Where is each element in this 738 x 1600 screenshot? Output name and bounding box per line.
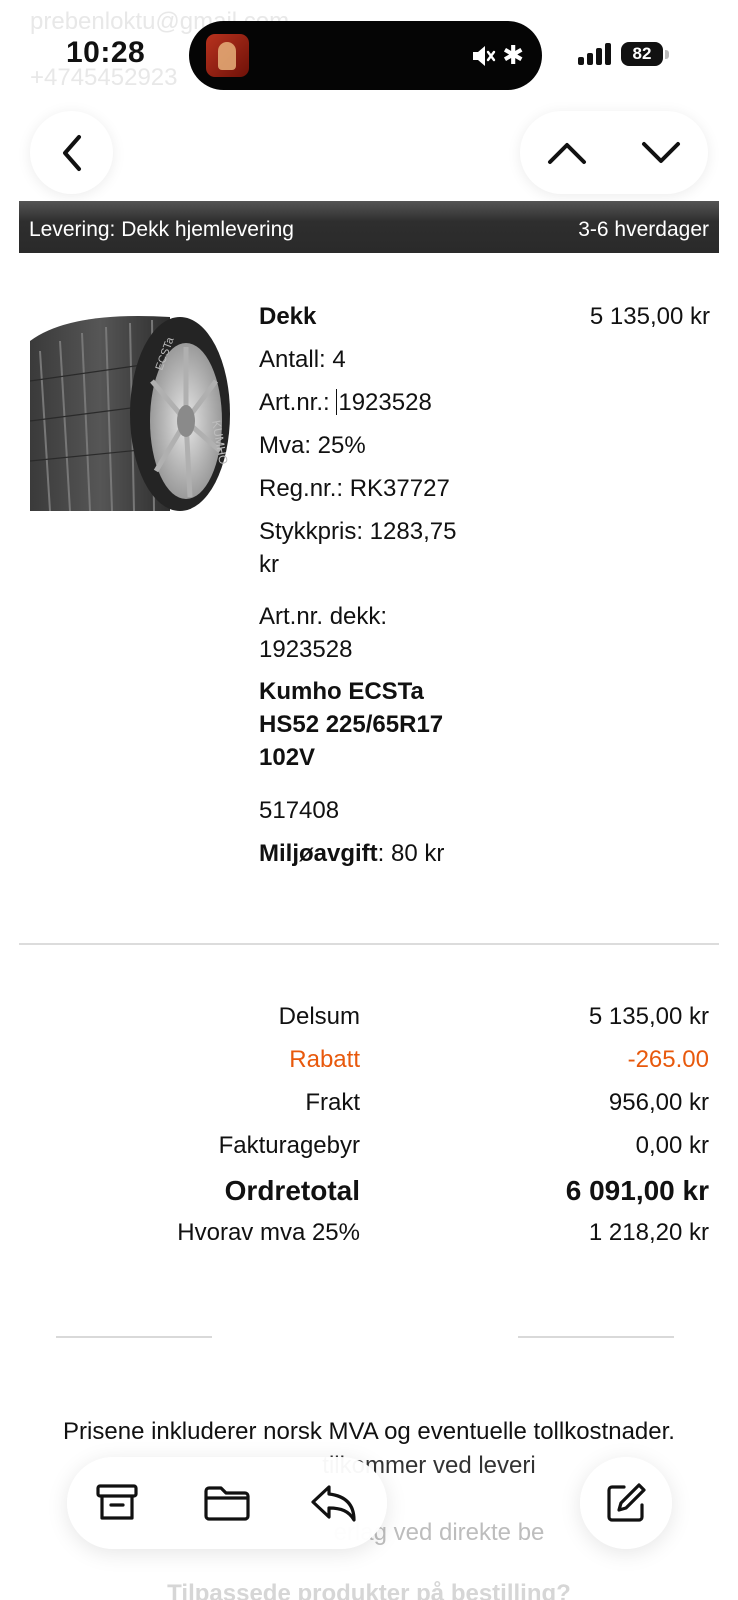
- subtotal-value: 5 135,00 kr: [588, 1003, 709, 1030]
- order-total-label: Ordretotal: [224, 1175, 360, 1206]
- vat-value: 1 218,20 kr: [588, 1219, 709, 1246]
- back-button[interactable]: [30, 111, 113, 194]
- unit-price-line-2: kr: [259, 551, 279, 578]
- battery-cap: [665, 50, 669, 59]
- compose-button[interactable]: [580, 1457, 672, 1549]
- reply-icon: [311, 1485, 356, 1522]
- product-vat: Mva: 25%: [259, 432, 366, 459]
- art-nr-value: 1923528: [338, 389, 432, 416]
- product-reg-nr: Reg.nr.: RK37727: [259, 475, 450, 502]
- product-code: 517408: [259, 797, 340, 824]
- art-nr-label: Art.nr.:: [259, 389, 337, 416]
- invoice-fee-row: Fakturagebyr 0,00 kr: [0, 1132, 738, 1172]
- model-line-1: Kumho ECSTa: [259, 678, 424, 705]
- product-details: Dekk Antall: 4 Art.nr.: 1923528 Mva: 25%…: [259, 300, 489, 880]
- invoice-fee-value: 0,00 kr: [635, 1132, 709, 1159]
- divider: [19, 943, 719, 945]
- model-line-3: 102V: [259, 744, 316, 771]
- previous-message-button[interactable]: [520, 111, 614, 194]
- product-price: 5 135,00 kr: [589, 303, 710, 330]
- invoice-fee-label: Fakturagebyr: [218, 1132, 360, 1159]
- delivery-time: 3-6 hverdager: [578, 218, 709, 241]
- now-playing-app-icon[interactable]: [206, 34, 249, 77]
- shipping-label: Frakt: [305, 1089, 360, 1116]
- tire-art-line-1: Art.nr. dekk:: [259, 603, 388, 630]
- discount-label: Rabatt: [289, 1046, 360, 1073]
- reply-button[interactable]: [293, 1457, 373, 1549]
- env-fee-value: : 80 kr: [377, 840, 445, 867]
- archive-button[interactable]: [77, 1457, 157, 1549]
- product-unit-price: Stykkpris: 1283,75 kr: [259, 515, 489, 581]
- subtotal-row: Delsum 5 135,00 kr: [0, 1003, 738, 1043]
- order-total-value: 6 091,00 kr: [565, 1175, 709, 1206]
- product-model: Kumho ECSTa HS52 225/65R17 102V: [259, 675, 489, 774]
- product-tire-art-nr: Art.nr. dekk: 1923528: [259, 600, 489, 666]
- chevron-up-icon: [548, 142, 586, 164]
- status-time: 10:28: [66, 36, 146, 69]
- delivery-bar: Levering: Dekk hjemlevering 3-6 hverdage…: [19, 201, 719, 253]
- message-toolbar: [67, 1457, 387, 1549]
- compose-icon: [607, 1483, 646, 1522]
- folder-icon: [204, 1486, 250, 1521]
- dynamic-island[interactable]: ✱: [189, 21, 542, 90]
- product-quantity: Antall: 4: [259, 346, 346, 373]
- archive-icon: [96, 1484, 138, 1520]
- unit-price-line-1: Stykkpris: 1283,75: [259, 518, 457, 545]
- mute-icon: [473, 46, 496, 66]
- vat-row: Hvorav mva 25% 1 218,20 kr: [0, 1219, 738, 1259]
- custom-products-heading: Tilpassede produkter på bestilling?: [167, 1580, 571, 1600]
- discount-value: -265.00: [627, 1046, 709, 1073]
- vat-label: Hvorav mva 25%: [177, 1219, 360, 1246]
- model-line-2: HS52 225/65R17: [259, 711, 444, 738]
- tire-art-line-2: 1923528: [259, 636, 353, 663]
- price-note: Prisene inkluderer norsk MVA og eventuel…: [63, 1418, 675, 1445]
- order-total-row: Ordretotal 6 091,00 kr: [0, 1175, 738, 1215]
- battery-icon: 82: [621, 42, 663, 66]
- chevron-left-icon: [62, 134, 81, 171]
- divider-left: [56, 1336, 212, 1338]
- discount-row: Rabatt -265.00: [0, 1046, 738, 1086]
- signal-icon: [578, 43, 612, 65]
- bluetooth-icon: ✱: [502, 40, 524, 70]
- delivery-label: Levering: Dekk hjemlevering: [29, 218, 294, 241]
- tire-image: ECSTa KUMHO: [30, 316, 230, 512]
- message-navigation: [520, 111, 708, 194]
- shipping-value: 956,00 kr: [608, 1089, 709, 1116]
- product-art-nr: Art.nr.: 1923528: [259, 386, 489, 429]
- subtotal-label: Delsum: [278, 1003, 360, 1030]
- chevron-down-icon: [642, 141, 680, 163]
- shipping-row: Frakt 956,00 kr: [0, 1089, 738, 1129]
- product-env-fee: Miljøavgift: 80 kr: [259, 837, 489, 880]
- divider-right: [518, 1336, 674, 1338]
- env-fee-label: Miljøavgift: [259, 840, 378, 867]
- next-message-button[interactable]: [614, 111, 708, 194]
- move-to-folder-button[interactable]: [187, 1457, 267, 1549]
- product-name: Dekk: [259, 303, 317, 330]
